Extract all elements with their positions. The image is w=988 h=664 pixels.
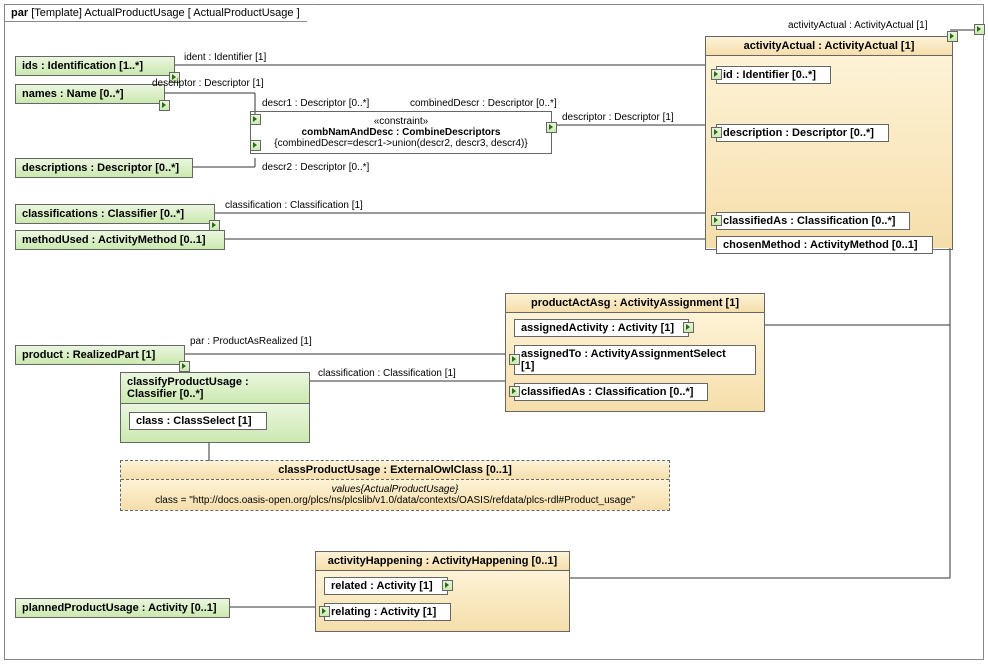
product-block: product : RealizedPart [1] — [15, 345, 185, 365]
activityActual-block: activityActual : ActivityActual [1] id :… — [705, 36, 953, 250]
frame-name: ActualProductUsage — [84, 7, 184, 19]
port-icon — [711, 215, 722, 226]
constraint-block: «constraint» combNamAndDesc : CombineDes… — [250, 111, 552, 154]
port-icon — [159, 100, 170, 111]
slot-productActAsg-classifiedAs: classifiedAs : Classification [0..*] — [514, 383, 708, 401]
slot-related: related : Activity [1] — [324, 577, 448, 595]
activityActual-title: activityActual : ActivityActual [1] — [706, 37, 952, 56]
descriptions-block: descriptions : Descriptor [0..*] — [15, 158, 193, 178]
slot-relating: relating : Activity [1] — [324, 603, 451, 621]
port-icon — [509, 354, 520, 365]
port-icon — [250, 140, 261, 151]
port-icon — [442, 580, 453, 591]
port-icon — [974, 24, 985, 35]
names-block: names : Name [0..*] — [15, 84, 165, 104]
slot-assignedActivity: assignedActivity : Activity [1] — [514, 319, 689, 337]
port-icon — [250, 114, 261, 125]
port-icon — [711, 127, 722, 138]
methodUsed-label: methodUsed : ActivityMethod [0..1] — [22, 234, 206, 246]
methodUsed-block: methodUsed : ActivityMethod [0..1] — [15, 230, 225, 250]
label-ident: ident : Identifier [1] — [184, 52, 266, 63]
frame-kind: par — [11, 7, 28, 19]
port-icon — [947, 31, 958, 42]
label-par: par : ProductAsRealized [1] — [190, 336, 312, 347]
label-combinedDescr: combinedDescr : Descriptor [0..*] — [410, 98, 557, 109]
label-descriptor-names: descriptor : Descriptor [1] — [152, 78, 264, 89]
activityHappening-block: activityHappening : ActivityHappening [0… — [315, 551, 570, 632]
plannedProductUsage-block: plannedProductUsage : Activity [0..1] — [15, 598, 230, 618]
label-descriptor-right: descriptor : Descriptor [1] — [562, 112, 674, 123]
activityActual-outer-label: activityActual : ActivityActual [1] — [788, 20, 928, 31]
names-label: names : Name [0..*] — [22, 88, 123, 100]
classProductUsage-title: classProductUsage : ExternalOwlClass [0.… — [121, 461, 669, 480]
ids-block: ids : Identification [1..*] — [15, 56, 175, 76]
plannedProductUsage-label: plannedProductUsage : Activity [0..1] — [22, 602, 217, 614]
frame-stereotype: [Template] — [31, 7, 82, 19]
constraint-expr: {combinedDescr=descr1->union(descr2, des… — [257, 138, 545, 149]
label-classification-cpu: classification : Classification [1] — [318, 368, 456, 379]
slot-class: class : ClassSelect [1] — [129, 412, 267, 430]
constraint-stereotype: «constraint» — [257, 116, 545, 127]
frame-header: par [Template] ActualProductUsage [ Actu… — [5, 5, 319, 22]
label-classification: classification : Classification [1] — [225, 200, 363, 211]
activityHappening-title: activityHappening : ActivityHappening [0… — [316, 552, 569, 571]
port-icon — [683, 322, 694, 333]
product-label: product : RealizedPart [1] — [22, 349, 155, 361]
classifyProductUsage-block: classifyProductUsage : Classifier [0..*]… — [120, 372, 310, 443]
slot-classifiedAs: classifiedAs : Classification [0..*] — [716, 212, 910, 230]
port-icon — [711, 69, 722, 80]
port-icon — [179, 361, 190, 372]
classifications-label: classifications : Classifier [0..*] — [22, 208, 184, 220]
frame-context: [ ActualProductUsage ] — [188, 7, 300, 19]
productActAsg-title: productActAsg : ActivityAssignment [1] — [506, 294, 764, 313]
slot-description: description : Descriptor [0..*] — [716, 124, 889, 142]
classProductUsage-value: class = "http://docs.oasis-open.org/plcs… — [127, 495, 663, 506]
port-icon — [546, 122, 557, 133]
label-descr1: descr1 : Descriptor [0..*] — [262, 98, 369, 109]
port-icon — [319, 606, 330, 617]
port-icon — [509, 386, 520, 397]
classProductUsage-note: values{ActualProductUsage} — [127, 484, 663, 495]
descriptions-label: descriptions : Descriptor [0..*] — [22, 162, 179, 174]
classProductUsage-block: classProductUsage : ExternalOwlClass [0.… — [120, 460, 670, 511]
slot-chosenMethod: chosenMethod : ActivityMethod [0..1] — [716, 236, 933, 254]
classifications-block: classifications : Classifier [0..*] — [15, 204, 215, 224]
slot-assignedTo: assignedTo : ActivityAssignmentSelect [1… — [514, 345, 756, 375]
constraint-title: combNamAndDesc : CombineDescriptors — [257, 127, 545, 138]
slot-id: id : Identifier [0..*] — [716, 66, 831, 84]
label-descr2: descr2 : Descriptor [0..*] — [262, 162, 369, 173]
classifyProductUsage-title: classifyProductUsage : Classifier [0..*] — [121, 373, 309, 404]
productActAsg-block: productActAsg : ActivityAssignment [1] a… — [505, 293, 765, 412]
ids-label: ids : Identification [1..*] — [22, 60, 143, 72]
